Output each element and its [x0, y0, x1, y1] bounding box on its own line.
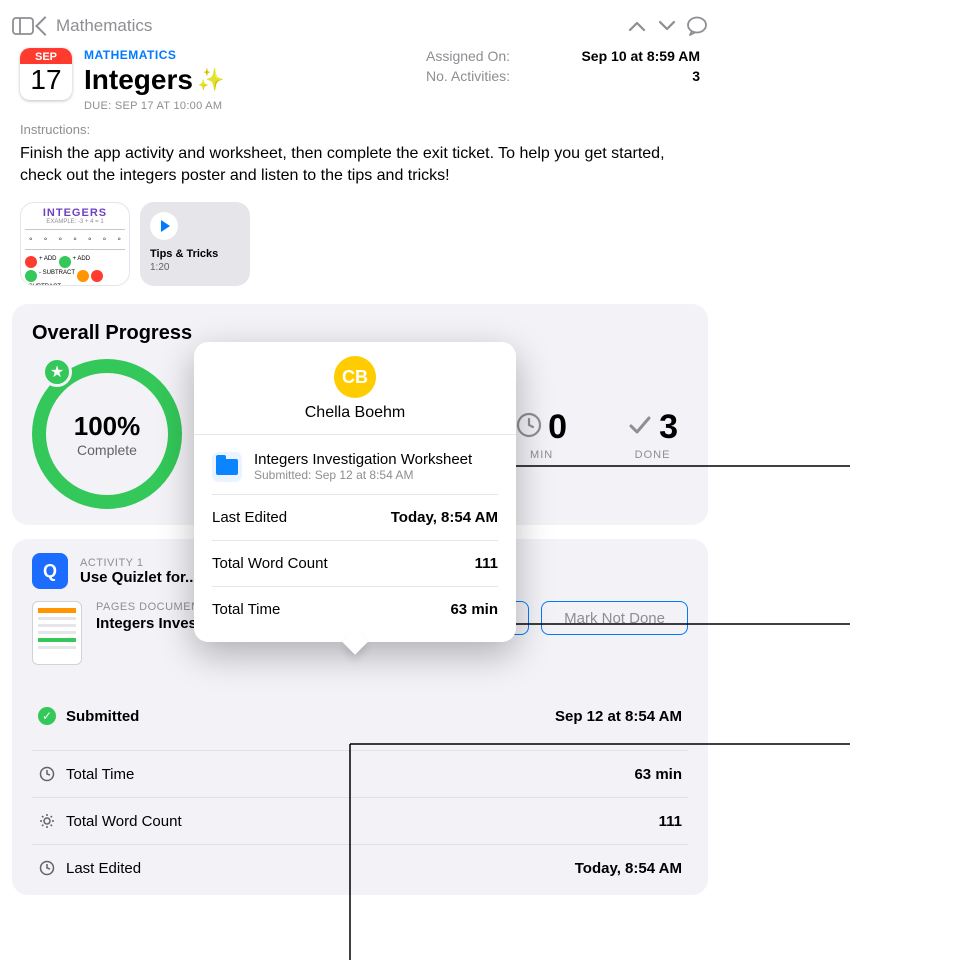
popover-words-value: 111 — [475, 555, 498, 572]
popover-time-label: Total Time — [212, 601, 280, 618]
attachments-row: INTEGERS EXAMPLE: -3 + 4 = 1 ◦◦◦◦◦◦◦ + A… — [0, 196, 720, 298]
instructions-text: Finish the app activity and worksheet, t… — [20, 143, 700, 186]
instructions-section: Instructions: Finish the app activity an… — [0, 122, 720, 196]
back-button[interactable]: Mathematics — [38, 16, 152, 36]
submitted-value: Sep 12 at 8:54 AM — [555, 708, 682, 725]
clock-icon — [38, 765, 56, 783]
subject-label: MATHEMATICS — [84, 48, 224, 62]
popover-file-title: Integers Investigation Worksheet — [254, 451, 472, 468]
poster-title: INTEGERS — [25, 207, 125, 219]
popover-edited-label: Last Edited — [212, 509, 287, 526]
calendar-day: 17 — [30, 64, 61, 96]
sparkle-icon: ✨ — [197, 67, 224, 93]
activity-eyebrow: ACTIVITY 1 — [80, 557, 198, 569]
chat-icon[interactable] — [682, 11, 712, 41]
assigned-on-value: Sep 10 at 8:59 AM — [560, 48, 700, 64]
popover-time-value: 63 min — [450, 601, 498, 618]
chevron-left-icon — [35, 16, 55, 36]
mark-not-done-button[interactable]: Mark Not Done — [541, 601, 688, 635]
student-popover: CB Chella Boehm Integers Investigation W… — [194, 342, 516, 642]
submitted-label: Submitted — [66, 708, 139, 725]
quizlet-app-icon: Q — [32, 553, 68, 589]
word-count-label: Total Word Count — [66, 813, 182, 830]
popover-edited-value: Today, 8:54 AM — [391, 509, 498, 526]
popover-words-label: Total Word Count — [212, 555, 328, 572]
popover-file-subtitle: Submitted: Sep 12 at 8:54 AM — [254, 468, 472, 482]
last-edited-label: Last Edited — [66, 860, 141, 877]
back-label: Mathematics — [56, 16, 152, 36]
document-thumbnail[interactable] — [32, 601, 82, 665]
student-name: Chella Boehm — [194, 404, 516, 422]
activity-title: Use Quizlet for... — [80, 569, 198, 586]
activities-count-value: 3 — [560, 68, 700, 84]
student-avatar: CB — [334, 356, 376, 398]
gear-icon — [38, 812, 56, 830]
progress-ring: ★ 100% Complete — [32, 359, 182, 509]
assignment-meta: Assigned On: Sep 10 at 8:59 AM No. Activ… — [426, 48, 700, 112]
check-circle-icon: ✓ — [38, 707, 56, 725]
clock-icon — [516, 408, 542, 447]
calendar-month: SEP — [20, 48, 72, 64]
folder-icon — [212, 452, 242, 482]
assignment-title: Integers ✨ — [84, 64, 224, 96]
stat-done-label: DONE — [627, 449, 678, 461]
activities-count-label: No. Activities: — [426, 68, 536, 84]
total-time-value: 63 min — [634, 766, 682, 783]
progress-complete-label: Complete — [77, 442, 137, 458]
instructions-heading: Instructions: — [20, 122, 700, 137]
attachment-audio[interactable]: Tips & Tricks 1:20 — [140, 202, 250, 286]
stat-time-unit: MIN — [516, 449, 567, 461]
stat-done-value: 3 — [659, 408, 678, 447]
popover-file-row[interactable]: Integers Investigation Worksheet Submitt… — [212, 439, 498, 494]
assignment-header: SEP 17 MATHEMATICS Integers ✨ DUE: SEP 1… — [0, 48, 720, 122]
calendar-icon: SEP 17 — [20, 48, 72, 100]
clock-icon — [38, 859, 56, 877]
audio-duration: 1:20 — [150, 262, 240, 273]
last-edited-value: Today, 8:54 AM — [575, 860, 682, 877]
chevron-up-icon[interactable] — [622, 11, 652, 41]
word-count-value: 111 — [659, 813, 682, 830]
chevron-down-icon[interactable] — [652, 11, 682, 41]
stat-time: 0 MIN — [516, 408, 567, 461]
navbar: Mathematics — [0, 4, 720, 48]
checkmark-icon — [627, 408, 653, 447]
stat-done: 3 DONE — [627, 408, 678, 461]
attachment-poster[interactable]: INTEGERS EXAMPLE: -3 + 4 = 1 ◦◦◦◦◦◦◦ + A… — [20, 202, 130, 286]
total-time-label: Total Time — [66, 766, 134, 783]
play-icon[interactable] — [150, 212, 178, 240]
progress-percent: 100% — [74, 411, 141, 442]
stat-time-value: 0 — [548, 408, 567, 447]
sidebar-toggle-icon[interactable] — [8, 11, 38, 41]
audio-title: Tips & Tricks — [150, 248, 240, 260]
document-details-list: ✓ Submitted Sep 12 at 8:54 AM Total Time… — [32, 683, 688, 891]
due-label: DUE: SEP 17 AT 10:00 AM — [84, 100, 224, 112]
assigned-on-label: Assigned On: — [426, 48, 536, 64]
